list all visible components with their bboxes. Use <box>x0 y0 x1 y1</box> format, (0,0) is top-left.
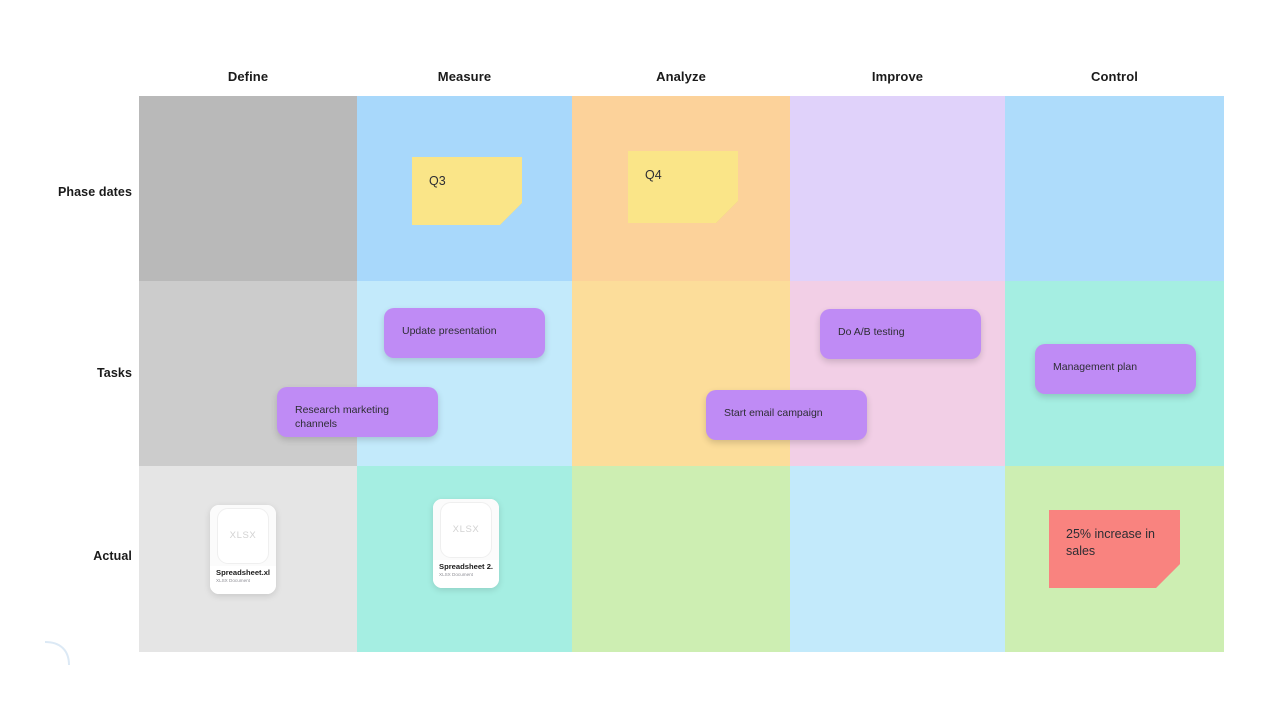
file-meta: Spreadsheet.xlsx XLSX Document <box>210 566 276 594</box>
task-card-do-ab-testing[interactable]: Do A/B testing <box>820 309 981 359</box>
file-thumbnail: XLSX <box>210 505 276 566</box>
cell-actual-analyze[interactable] <box>572 466 790 652</box>
cell-phase-dates-improve[interactable] <box>790 96 1005 281</box>
sticky-note-q4-label: Q4 <box>645 168 662 182</box>
column-header-measure: Measure <box>437 69 492 84</box>
cell-phase-dates-define[interactable] <box>139 96 357 281</box>
xlsx-icon: XLSX <box>217 507 269 564</box>
sticky-note-q4[interactable]: Q4 <box>628 151 738 223</box>
file-card-spreadsheet-1[interactable]: XLSX Spreadsheet.xlsx XLSX Document <box>210 505 276 594</box>
column-header-define: Define <box>227 69 269 84</box>
task-card-label: Start email campaign <box>724 407 823 419</box>
file-subtitle: XLSX Document <box>439 572 473 578</box>
row-header-phase-dates: Phase dates <box>57 185 132 199</box>
task-card-label: Do A/B testing <box>838 326 905 338</box>
column-header-analyze: Analyze <box>656 69 706 84</box>
task-card-label: Update presentation <box>402 325 497 337</box>
task-card-management-plan[interactable]: Management plan <box>1035 344 1196 394</box>
task-card-label: Research marketing channels <box>295 404 389 430</box>
board-grid: Q3 Q4 Update presentation Research marke… <box>139 96 1224 652</box>
cell-actual-improve[interactable] <box>790 466 1005 652</box>
file-meta: Spreadsheet 2.... XLSX Document <box>433 560 499 588</box>
corner-arc-decoration <box>44 641 70 666</box>
column-header-improve: Improve <box>871 69 924 84</box>
cell-tasks-define[interactable] <box>139 281 357 466</box>
file-name: Spreadsheet.xlsx <box>216 568 270 577</box>
sticky-note-q3-label: Q3 <box>429 174 446 188</box>
xlsx-icon: XLSX <box>440 501 492 558</box>
task-card-update-presentation[interactable]: Update presentation <box>384 308 545 358</box>
column-header-control: Control <box>1091 69 1138 84</box>
dmaic-whiteboard: Define Measure Analyze Improve Control P… <box>0 0 1280 720</box>
file-name: Spreadsheet 2.... <box>439 562 493 571</box>
sticky-note-q3[interactable]: Q3 <box>412 157 522 225</box>
file-subtitle: XLSX Document <box>216 578 250 584</box>
cell-phase-dates-control[interactable] <box>1005 96 1224 281</box>
row-header-tasks: Tasks <box>96 366 132 380</box>
task-card-research-marketing-channels[interactable]: Research marketing channels <box>277 387 438 437</box>
file-card-spreadsheet-2[interactable]: XLSX Spreadsheet 2.... XLSX Document <box>433 499 499 588</box>
sticky-note-sales-increase[interactable]: 25% increase in sales <box>1049 510 1180 588</box>
sticky-note-sales-label: 25% increase in sales <box>1066 527 1155 558</box>
row-header-actual: Actual <box>93 549 132 563</box>
task-card-start-email-campaign[interactable]: Start email campaign <box>706 390 867 440</box>
file-thumbnail: XLSX <box>433 499 499 560</box>
task-card-label: Management plan <box>1053 361 1138 373</box>
